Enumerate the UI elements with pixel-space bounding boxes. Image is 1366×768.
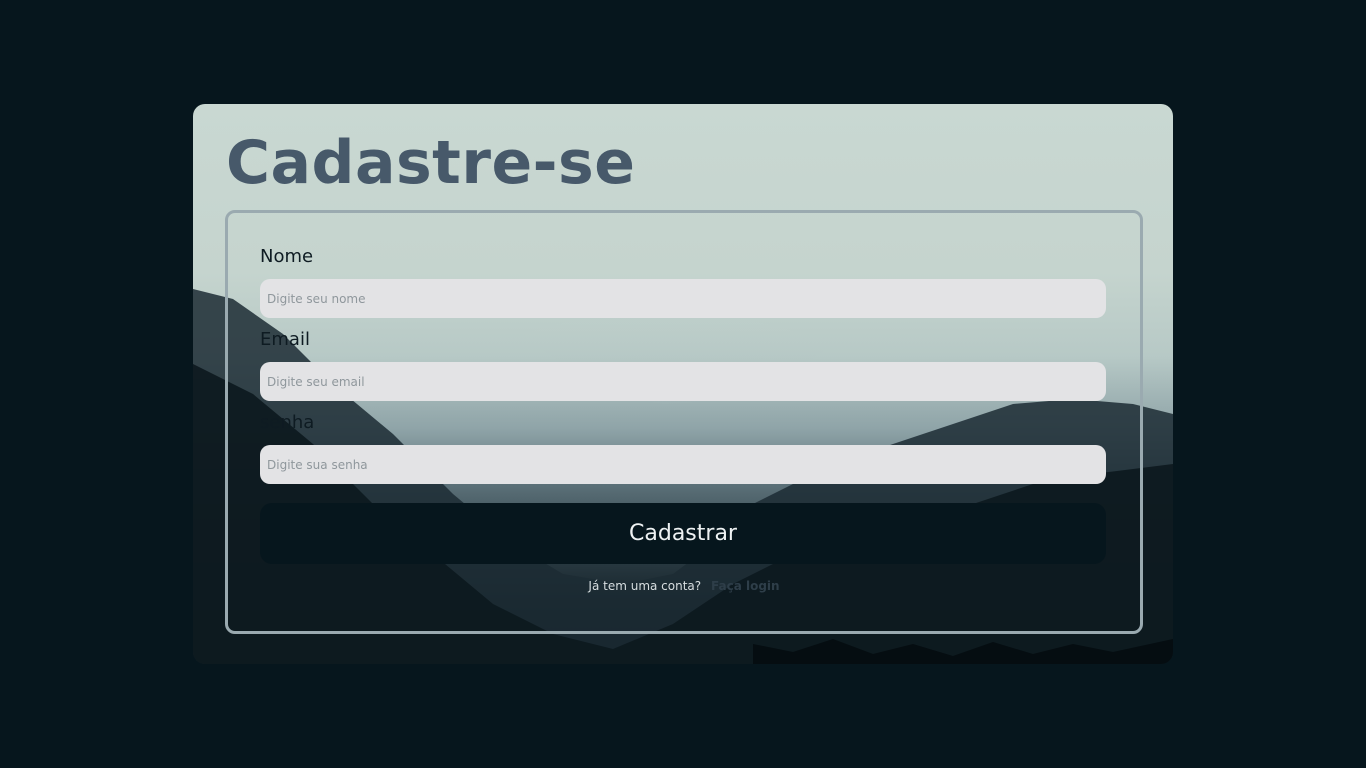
page-title: Cadastre-se [226,128,636,198]
password-label: senha [260,412,315,433]
email-label: Email [260,329,310,350]
email-input[interactable] [260,362,1106,401]
login-prompt-text: Já tem uma conta? [588,579,702,593]
name-input[interactable] [260,279,1106,318]
signup-button[interactable]: Cadastrar [260,503,1106,564]
signup-form: Nome Email senha Cadastrar Já tem uma co… [225,210,1143,634]
password-input[interactable] [260,445,1106,484]
login-link[interactable]: Faça login [711,579,780,593]
name-label: Nome [260,246,314,267]
login-prompt: Já tem uma conta? Faça login [228,579,1140,593]
signup-card: Cadastre-se Nome Email senha Cadastrar J… [193,104,1173,664]
